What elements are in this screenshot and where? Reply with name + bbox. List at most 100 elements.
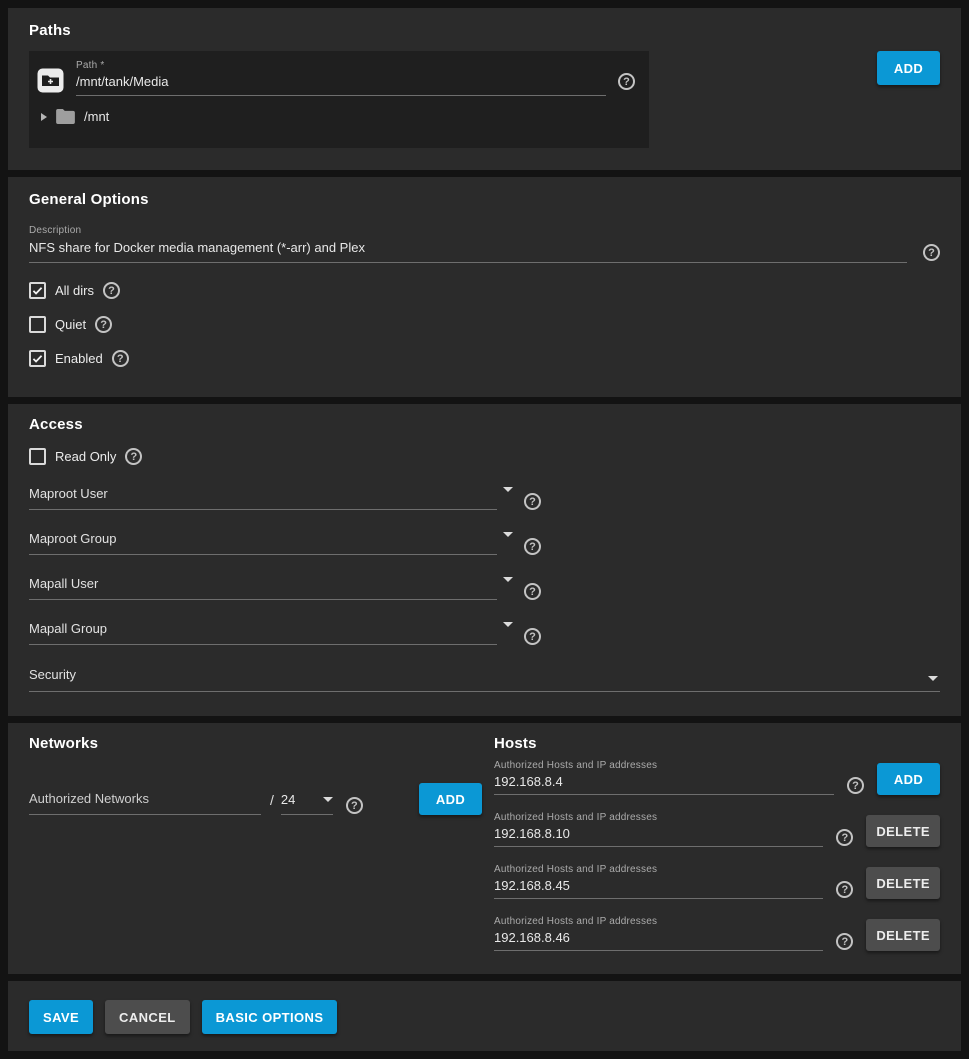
chevron-down-icon — [503, 577, 513, 582]
basic-options-button[interactable]: BASIC OPTIONS — [202, 1000, 338, 1034]
help-icon[interactable]: ? — [95, 316, 112, 333]
host-delete-button[interactable]: DELETE — [866, 815, 940, 847]
maproot-group-label: Maproot Group — [29, 531, 116, 546]
chevron-down-icon — [503, 532, 513, 537]
host-field: Authorized Hosts and IP addresses 192.16… — [494, 916, 823, 951]
host-field-label: Authorized Hosts and IP addresses — [494, 916, 823, 927]
cancel-button[interactable]: CANCEL — [105, 1000, 190, 1034]
host-row: Authorized Hosts and IP addresses 192.16… — [494, 864, 940, 899]
host-field: Authorized Hosts and IP addresses 192.16… — [494, 812, 823, 847]
create-folder-icon[interactable] — [37, 68, 64, 93]
host-field: Authorized Hosts and IP addresses 192.16… — [494, 760, 834, 795]
help-icon[interactable]: ? — [524, 493, 541, 510]
maproot-group-select[interactable]: Maproot Group — [29, 531, 497, 555]
paths-title: Paths — [29, 22, 940, 39]
help-icon[interactable]: ? — [524, 538, 541, 555]
help-icon[interactable]: ? — [847, 777, 864, 794]
mapall-user-label: Mapall User — [29, 576, 98, 591]
enabled-label: Enabled — [55, 351, 103, 366]
all-dirs-label: All dirs — [55, 283, 94, 298]
general-options-title: General Options — [29, 191, 940, 208]
nfs-share-form-page: Paths Path * /mnt/tank/Media ? — [0, 0, 969, 1059]
expand-arrow-icon[interactable] — [41, 113, 47, 121]
quiet-option: Quiet ? — [29, 316, 940, 333]
chevron-down-icon — [503, 487, 513, 492]
hosts-title: Hosts — [494, 735, 940, 752]
tree-item-label: /mnt — [84, 109, 109, 124]
enabled-checkbox[interactable] — [29, 350, 46, 367]
help-icon[interactable]: ? — [618, 73, 635, 90]
help-icon[interactable]: ? — [923, 244, 940, 261]
path-label: Path * — [76, 60, 606, 71]
help-icon[interactable]: ? — [346, 797, 363, 814]
general-options-section: General Options Description NFS share fo… — [8, 177, 961, 397]
folder-icon — [56, 109, 75, 124]
host-delete-button[interactable]: DELETE — [866, 867, 940, 899]
networks-hosts-section: Networks Authorized Networks / 24 ? ADD … — [8, 723, 961, 974]
mapall-group-row: Mapall Group ? — [29, 621, 940, 645]
networks-title: Networks — [29, 735, 482, 752]
networks-column: Networks Authorized Networks / 24 ? ADD — [8, 723, 494, 974]
security-label: Security — [29, 667, 76, 682]
mapall-group-select[interactable]: Mapall Group — [29, 621, 497, 645]
read-only-checkbox[interactable] — [29, 448, 46, 465]
cidr-separator: / — [270, 792, 274, 808]
host-field-label: Authorized Hosts and IP addresses — [494, 760, 834, 771]
host-field-label: Authorized Hosts and IP addresses — [494, 864, 823, 875]
help-icon[interactable]: ? — [125, 448, 142, 465]
maproot-group-row: Maproot Group ? — [29, 531, 940, 555]
all-dirs-option: All dirs ? — [29, 282, 940, 299]
help-icon[interactable]: ? — [836, 933, 853, 950]
host-field: Authorized Hosts and IP addresses 192.16… — [494, 864, 823, 899]
host-input[interactable]: 192.168.8.10 — [494, 823, 823, 847]
help-icon[interactable]: ? — [524, 583, 541, 600]
help-icon[interactable]: ? — [836, 829, 853, 846]
host-input[interactable]: 192.168.8.4 — [494, 771, 834, 795]
host-row: Authorized Hosts and IP addresses 192.16… — [494, 916, 940, 951]
host-input[interactable]: 192.168.8.45 — [494, 875, 823, 899]
quiet-checkbox[interactable] — [29, 316, 46, 333]
authorized-networks-input[interactable]: Authorized Networks — [29, 791, 261, 815]
help-icon[interactable]: ? — [836, 881, 853, 898]
help-icon[interactable]: ? — [103, 282, 120, 299]
networks-add-button[interactable]: ADD — [419, 783, 482, 815]
maproot-user-select[interactable]: Maproot User — [29, 486, 497, 510]
paths-section: Paths Path * /mnt/tank/Media ? — [8, 8, 961, 170]
description-input[interactable]: NFS share for Docker media management (*… — [29, 236, 907, 263]
maproot-user-label: Maproot User — [29, 486, 108, 501]
mapall-group-label: Mapall Group — [29, 621, 107, 636]
security-select[interactable]: Security — [29, 667, 940, 692]
path-explorer-panel: Path * /mnt/tank/Media ? /mnt — [29, 51, 649, 148]
tree-item-mnt[interactable]: /mnt — [41, 109, 635, 124]
host-field-label: Authorized Hosts and IP addresses — [494, 812, 823, 823]
netmask-prefix-select[interactable]: 24 — [281, 792, 333, 815]
maproot-user-row: Maproot User ? — [29, 486, 940, 510]
host-input[interactable]: 192.168.8.46 — [494, 927, 823, 951]
hosts-column: Hosts Authorized Hosts and IP addresses … — [494, 723, 961, 974]
host-row: Authorized Hosts and IP addresses 192.16… — [494, 812, 940, 847]
save-button[interactable]: SAVE — [29, 1000, 93, 1034]
footer-actions: SAVE CANCEL BASIC OPTIONS — [8, 981, 961, 1051]
description-label: Description — [29, 225, 940, 236]
chevron-down-icon — [503, 622, 513, 627]
chevron-down-icon — [928, 676, 938, 681]
access-title: Access — [29, 416, 940, 433]
mapall-user-select[interactable]: Mapall User — [29, 576, 497, 600]
enabled-option: Enabled ? — [29, 350, 940, 367]
chevron-down-icon — [323, 797, 333, 802]
path-field: Path * /mnt/tank/Media — [76, 60, 606, 96]
all-dirs-checkbox[interactable] — [29, 282, 46, 299]
host-add-button[interactable]: ADD — [877, 763, 940, 795]
host-row: Authorized Hosts and IP addresses 192.16… — [494, 760, 940, 795]
quiet-label: Quiet — [55, 317, 86, 332]
host-delete-button[interactable]: DELETE — [866, 919, 940, 951]
netmask-prefix-value: 24 — [281, 792, 295, 807]
access-section: Access Read Only ? Maproot User ? Maproo… — [8, 404, 961, 716]
help-icon[interactable]: ? — [524, 628, 541, 645]
read-only-option: Read Only ? — [29, 448, 940, 465]
mapall-user-row: Mapall User ? — [29, 576, 940, 600]
path-input[interactable]: /mnt/tank/Media — [76, 71, 606, 96]
help-icon[interactable]: ? — [112, 350, 129, 367]
read-only-label: Read Only — [55, 449, 116, 464]
paths-add-button[interactable]: ADD — [877, 51, 940, 85]
